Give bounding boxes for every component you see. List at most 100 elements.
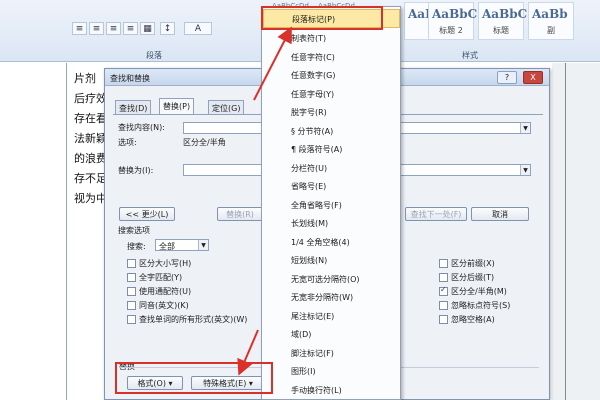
find-next-button[interactable]: 查找下一处(F) xyxy=(405,207,467,221)
style-tile[interactable]: AaBbC 标题 xyxy=(478,2,528,40)
shading-icon[interactable]: A xyxy=(184,22,212,35)
style-name: 标题 xyxy=(493,26,509,35)
checkbox-label: 全字匹配(Y) xyxy=(139,273,183,282)
checkbox[interactable] xyxy=(439,273,448,282)
menu-item-column-break[interactable]: 分栏符(U) xyxy=(263,159,400,178)
options-value: 区分全/半角 xyxy=(183,138,226,147)
margin-line xyxy=(565,63,566,400)
search-direction-value: 全部 xyxy=(159,242,175,251)
ignore-punctuation-option[interactable]: 忽略标点符号(S) xyxy=(439,300,510,311)
cancel-button[interactable]: 取消 xyxy=(471,207,529,221)
checkbox-label: 忽略标点符号(S) xyxy=(451,301,511,310)
ignore-whitespace-option[interactable]: 忽略空格(A) xyxy=(439,314,495,325)
menu-item-caret[interactable]: 脱字号(R) xyxy=(263,103,400,122)
distribute-icon[interactable]: ▦ xyxy=(140,22,155,35)
options-label: 选项: xyxy=(118,138,137,147)
menu-item-any-digit[interactable]: 任意数字(G) xyxy=(263,66,400,85)
menu-item-paragraph-char[interactable]: ¶ 段落符号(A) xyxy=(263,140,400,159)
match-prefix-option[interactable]: 区分前缀(X) xyxy=(439,258,495,269)
match-suffix-option[interactable]: 区分后缀(T) xyxy=(439,272,494,283)
checkbox-label: 区分全/半角(M) xyxy=(451,287,507,296)
style-tile[interactable]: AaBb 副 xyxy=(528,2,574,40)
tab-find[interactable]: 查找(D) xyxy=(115,100,152,114)
chevron-down-icon[interactable]: ▼ xyxy=(520,123,530,133)
annotation-box xyxy=(261,6,383,30)
checkbox-label: 同音(英文)(K) xyxy=(139,301,189,310)
search-direction-select[interactable]: 全部 ▼ xyxy=(155,239,209,251)
align-left-icon[interactable]: ≡ xyxy=(72,22,87,35)
document-text-line: 视为中 xyxy=(74,192,107,205)
close-button[interactable]: X xyxy=(523,71,543,84)
style-name: 副 xyxy=(547,26,555,35)
less-button[interactable]: << 更少(L) xyxy=(119,207,175,221)
checkbox[interactable] xyxy=(127,259,136,268)
search-direction-label: 搜索: xyxy=(127,242,146,251)
menu-item-quarter-space[interactable]: 1/4 全角空格(4) xyxy=(263,233,400,252)
menu-item-section-char[interactable]: § 分节符(A) xyxy=(263,122,400,141)
paragraph-group-label: 段落 xyxy=(146,51,162,60)
match-case-option[interactable]: 区分大小写(H) xyxy=(127,258,191,269)
checkbox[interactable] xyxy=(127,301,136,310)
chevron-down-icon[interactable]: ▼ xyxy=(520,165,530,175)
document-text-line: 后疗效 xyxy=(74,92,107,105)
document-text-line: 存不足 xyxy=(74,172,107,185)
special-format-menu: 段落标记(P) 制表符(T) 任意字符(C) 任意数字(G) 任意字母(Y) 脱… xyxy=(261,6,401,400)
align-right-icon[interactable]: ≡ xyxy=(106,22,121,35)
menu-item-en-dash[interactable]: 短划线(N) xyxy=(263,251,400,270)
document-text-line: 存在看 xyxy=(74,112,107,125)
menu-item-any-letter[interactable]: 任意字母(Y) xyxy=(263,85,400,104)
style-name: 标题 2 xyxy=(439,26,463,35)
checkbox[interactable] xyxy=(127,315,136,324)
match-width-option[interactable]: 区分全/半角(M) xyxy=(439,285,507,297)
checkbox[interactable] xyxy=(439,315,448,324)
menu-item-manual-line-break[interactable]: 手动换行符(L) xyxy=(263,381,400,400)
tab-replace[interactable]: 替换(P) xyxy=(159,98,195,115)
style-gallery: AaBl AaBbC 标题 2 AaBbC 标题 AaBb 副 xyxy=(404,0,600,44)
checkbox[interactable] xyxy=(439,301,448,310)
menu-item-no-width-nonbreak[interactable]: 无宽非分隔符(W) xyxy=(263,288,400,307)
sounds-like-option[interactable]: 同音(英文)(K) xyxy=(127,300,189,311)
dialog-title: 查找和替换 xyxy=(110,74,150,83)
help-button[interactable]: ? xyxy=(497,71,517,84)
menu-item-graphic[interactable]: 图形(I) xyxy=(263,362,400,381)
menu-item-field[interactable]: 域(D) xyxy=(263,325,400,344)
checkbox-label: 区分前缀(X) xyxy=(451,259,495,268)
menu-item-any-char[interactable]: 任意字符(C) xyxy=(263,48,400,67)
replace-button[interactable]: 替换(R) xyxy=(217,207,263,221)
checkbox-label: 区分大小写(H) xyxy=(139,259,192,268)
style-tile[interactable]: AaBbC 标题 2 xyxy=(428,2,478,40)
find-label: 查找内容(N): xyxy=(118,123,165,132)
menu-item-fullwidth-ellipsis[interactable]: 全角省略号(F) xyxy=(263,196,400,215)
document-right-area xyxy=(552,63,600,400)
checkbox[interactable] xyxy=(127,273,136,282)
checkbox-checked[interactable] xyxy=(439,285,448,296)
menu-item-footnote-mark[interactable]: 脚注标记(F) xyxy=(263,344,400,363)
justify-icon[interactable]: ≡ xyxy=(123,22,138,35)
document-text-line: 法新颖 xyxy=(74,132,107,145)
align-center-icon[interactable]: ≡ xyxy=(89,22,104,35)
menu-item-em-dash[interactable]: 长划线(M) xyxy=(263,214,400,233)
style-sample: AaBbC xyxy=(482,7,528,21)
document-text-line: 的浪费 xyxy=(74,152,107,165)
menu-item-endnote-mark[interactable]: 尾注标记(E) xyxy=(263,307,400,326)
line-spacing-icon[interactable]: ↕ xyxy=(160,22,175,35)
document-text-line: 片剂 xyxy=(74,72,96,85)
checkbox[interactable] xyxy=(127,287,136,296)
menu-item-ellipsis[interactable]: 省略号(E) xyxy=(263,177,400,196)
checkbox[interactable] xyxy=(439,259,448,268)
menu-item-optional-break[interactable]: 无宽可选分隔符(O) xyxy=(263,270,400,289)
all-word-forms-option[interactable]: 查找单词的所有形式(英文)(W) xyxy=(127,314,247,325)
checkbox-label: 查找单词的所有形式(英文)(W) xyxy=(139,315,248,324)
style-sample: AaBbC xyxy=(432,7,478,21)
checkbox-label: 忽略空格(A) xyxy=(451,315,495,324)
tab-goto[interactable]: 定位(G) xyxy=(208,100,245,114)
whole-word-option[interactable]: 全字匹配(Y) xyxy=(127,272,182,283)
checkbox-label: 区分后缀(T) xyxy=(451,273,495,282)
checkbox-label: 使用通配符(U) xyxy=(139,287,192,296)
search-options-label: 搜索选项 xyxy=(118,226,150,235)
menu-item-tab[interactable]: 制表符(T) xyxy=(263,29,400,48)
style-sample: AaBb xyxy=(532,7,568,21)
chevron-down-icon[interactable]: ▼ xyxy=(198,240,208,250)
wildcards-option[interactable]: 使用通配符(U) xyxy=(127,286,191,297)
replace-with-label: 替换为(I): xyxy=(118,166,154,175)
